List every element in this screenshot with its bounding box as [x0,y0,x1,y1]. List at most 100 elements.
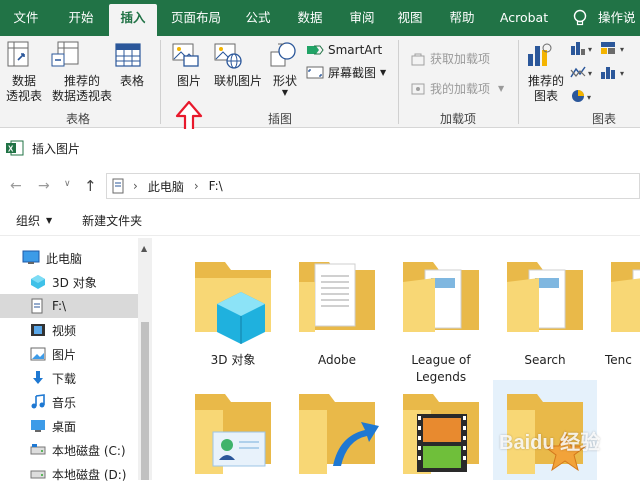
tree-item-this-pc[interactable]: 此电脑 [0,246,138,270]
folder-item[interactable]: 3D 对象 [183,248,283,388]
organize-button[interactable]: 组织 ▼ [16,212,52,229]
shapes-button[interactable]: 形状 ▼ [268,40,302,97]
folder-item[interactable] [287,384,387,480]
tree-item-drive-c[interactable]: 本地磁盘 (C:) [0,438,138,462]
pivot-table-icon [4,40,44,70]
tree-label: F:\ [52,299,67,313]
tree-label: 桌面 [52,419,77,434]
recommended-charts-label: 推荐的 图表 [527,74,564,103]
svg-text:▾: ▾ [587,93,591,102]
tab-formulas[interactable]: 公式 [234,4,282,36]
online-picture-button[interactable]: 联机图片 [212,40,264,89]
svg-text:▾: ▾ [588,45,592,54]
my-addins-label: 我的加载项 [430,82,491,96]
forward-arrow-icon[interactable]: → [38,178,50,194]
tree-label: 下载 [52,371,77,386]
recommended-pivot-button[interactable]: 推荐的 数据透视表 [50,40,114,104]
tree-item-downloads[interactable]: 下载 [0,366,138,390]
tree-item-music[interactable]: 音乐 [0,390,138,414]
breadcrumb-drive-f[interactable]: F:\ [209,179,223,193]
tab-insert[interactable]: 插入 [109,4,157,36]
folder-documents-icon [391,248,491,348]
folder-item[interactable]: Adobe [287,248,387,388]
tree-item-3d-objects[interactable]: 3D 对象 [0,270,138,294]
get-addins-label: 获取加载项 [430,52,491,66]
hierarchy-chart-icon: ▾ [600,40,630,56]
tab-page-layout[interactable]: 页面布局 [160,4,232,36]
download-icon [30,370,46,386]
up-arrow-icon[interactable]: ↑ [84,177,97,195]
folder-item[interactable]: Tenc [599,248,640,388]
navigation-bar: ← → ∨ ↑ › 此电脑 › F:\ [0,168,640,204]
scrollbar-thumb[interactable] [141,322,149,480]
tree-item-drive-f[interactable]: F:\ [0,294,138,318]
tab-help[interactable]: 帮助 [438,4,486,36]
tree-item-videos[interactable]: 视频 [0,318,138,342]
film-icon [30,322,46,338]
group-tables-label: 表格 [65,112,90,126]
screenshot-icon [306,65,324,81]
folder-shortcut-icon [287,384,387,480]
tree-label: 音乐 [52,395,77,410]
recommended-pivot-icon [50,40,114,70]
computer-icon [22,250,40,266]
smartart-icon [306,42,324,58]
folder-item[interactable]: League of Legends [391,248,491,388]
pie-chart-icon: ▾ [570,88,596,104]
recent-dropdown-icon[interactable]: ∨ [64,179,71,189]
image-icon [30,346,46,362]
table-button[interactable]: 表格 [114,40,150,89]
dialog-title: 插入图片 [32,141,81,156]
pivot-table-button[interactable]: 数据 透视表 [4,40,44,104]
tab-view[interactable]: 视图 [386,4,434,36]
nav-scrollbar[interactable]: ▲ [138,238,152,480]
folder-document-icon [287,248,387,348]
statistic-chart-button[interactable]: ▾ [600,64,630,80]
folder-item[interactable] [183,384,283,480]
lightbulb-icon [572,9,588,27]
folder-item[interactable] [391,384,491,480]
shapes-dropdown-icon: ▼ [281,88,289,97]
pie-chart-button[interactable]: ▾ [570,88,596,104]
tell-me-search[interactable]: 操作说 [598,4,640,36]
screenshot-dropdown-icon: ▼ [380,68,387,77]
get-addins-button[interactable]: 获取加载项 [410,50,490,67]
tab-file[interactable]: 文件 [0,4,52,36]
pivot-table-label: 数据 透视表 [5,74,42,103]
column-chart-button[interactable]: ▾ [570,40,596,56]
table-icon [114,40,150,70]
new-folder-button[interactable]: 新建文件夹 [82,212,142,229]
tab-review[interactable]: 审阅 [338,4,386,36]
smartart-button[interactable]: SmartArt [306,42,382,58]
table-label: 表格 [119,74,144,88]
address-bar[interactable]: › 此电脑 › F:\ [106,173,640,199]
tree-item-pictures[interactable]: 图片 [0,342,138,366]
breadcrumb-this-pc[interactable]: 此电脑 [148,178,184,195]
tree-label: 此电脑 [46,251,83,266]
folder-item[interactable]: Search [495,248,595,388]
file-name: Adobe [318,353,356,367]
tree-label: 视频 [52,323,77,338]
tab-data[interactable]: 数据 [286,4,334,36]
screenshot-button[interactable]: 屏幕截图 ▼ [306,64,386,81]
scroll-up-icon[interactable]: ▲ [141,244,147,253]
tab-home[interactable]: 开始 [54,4,108,36]
line-chart-button[interactable]: ▾ [570,64,596,80]
navigation-pane: 此电脑 3D 对象 F:\ 视频 图片 下载 音乐 桌面 本地磁盘 (C:) 本… [0,238,152,482]
insert-picture-button[interactable]: 图片 [170,40,208,89]
picture-label: 图片 [176,74,201,88]
online-picture-icon [212,40,264,70]
hierarchy-chart-button[interactable]: ▾ [600,40,630,56]
my-addins-button[interactable]: 我的加载项 ▼ [410,80,504,97]
shapes-label: 形状 [272,74,297,88]
tab-acrobat[interactable]: Acrobat [490,4,558,36]
watermark-baidu: Baidu 经验 [499,432,601,454]
my-addins-dropdown-icon: ▼ [498,84,505,93]
smartart-label: SmartArt [328,43,383,57]
back-arrow-icon[interactable]: ← [10,178,22,194]
svg-text:X: X [8,145,14,154]
group-addins-label: 加载项 [439,112,476,126]
recommended-charts-button[interactable]: 推荐的 图表 [524,40,568,104]
tree-item-drive-d[interactable]: 本地磁盘 (D:) [0,462,138,486]
tree-item-desktop[interactable]: 桌面 [0,414,138,438]
